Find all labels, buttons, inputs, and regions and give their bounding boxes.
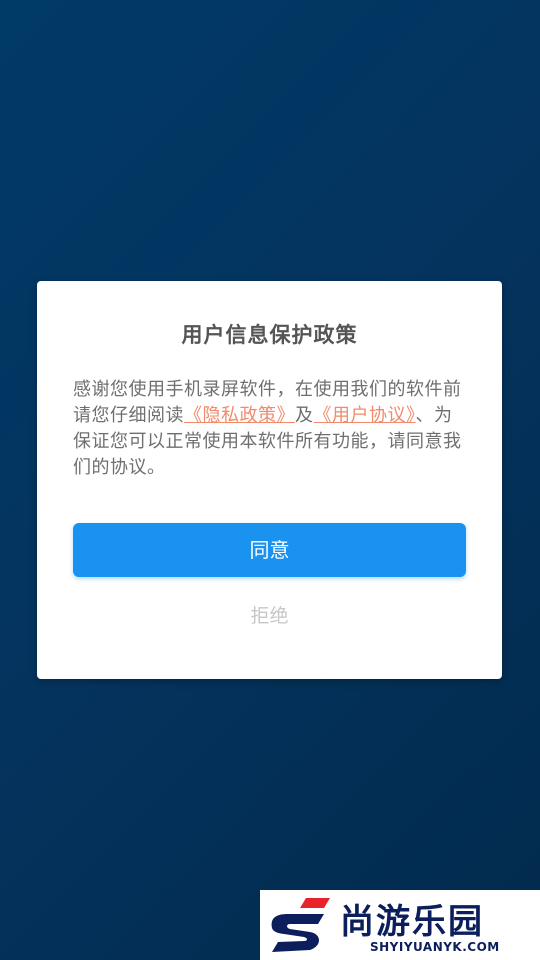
watermark-title: 尚游乐园: [340, 902, 484, 942]
message-text-and: 及: [295, 405, 314, 426]
reject-button[interactable]: 拒绝: [37, 601, 502, 628]
watermark-banner: 尚游乐园 SHYIYUANYK.COM: [260, 890, 540, 960]
privacy-policy-link[interactable]: 《隐私政策》: [184, 405, 295, 426]
agree-button[interactable]: 同意: [73, 523, 466, 577]
watermark-url: SHYIYUANYK.COM: [370, 940, 500, 954]
user-agreement-link[interactable]: 《用户协议》: [314, 405, 416, 426]
privacy-policy-dialog: 用户信息保护政策 感谢您使用手机录屏软件，在使用我们的软件前请您仔细阅读《隐私政…: [37, 281, 502, 679]
watermark-logo-icon: [271, 898, 330, 952]
dialog-message: 感谢您使用手机录屏软件，在使用我们的软件前请您仔细阅读《隐私政策》及《用户协议》…: [73, 377, 468, 481]
dialog-title: 用户信息保护政策: [181, 323, 358, 347]
